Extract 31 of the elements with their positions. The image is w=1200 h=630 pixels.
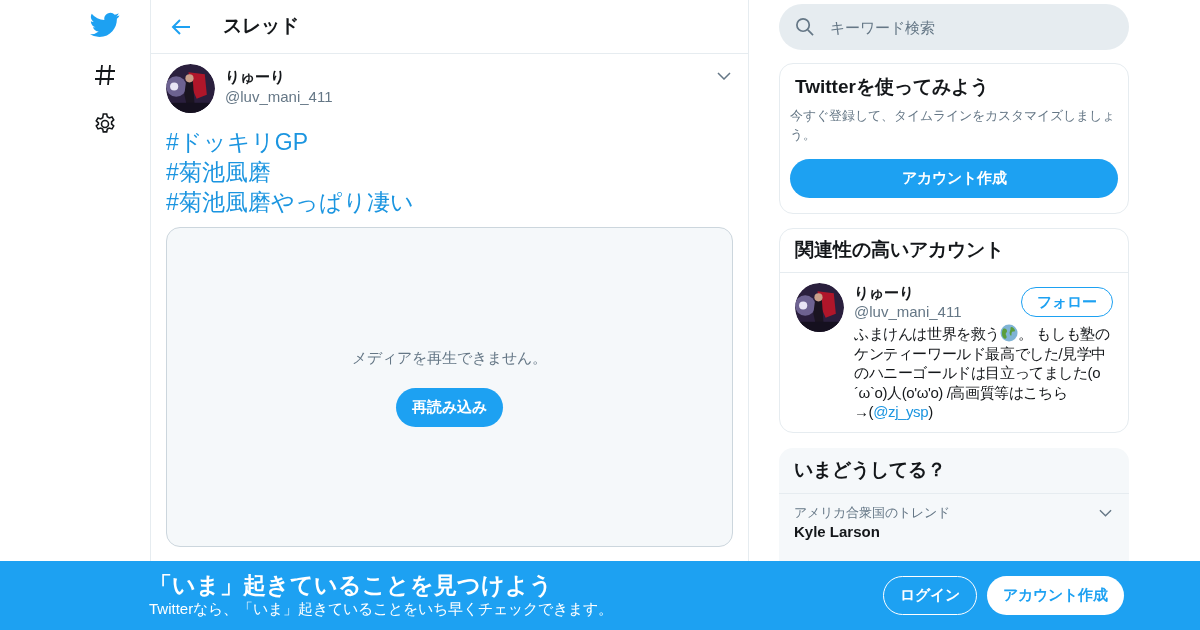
banner-subtitle: Twitterなら、「いま」起きていることをいち早くチェックできます。	[149, 599, 615, 619]
trend-name[interactable]: Kyle Larson	[794, 521, 950, 542]
card-title: 関連性の高いアカウント	[780, 229, 1128, 273]
banner-title: 「いま」起きていることを見つけよう	[149, 572, 554, 599]
hashtag-link[interactable]: #菊池風磨やっぱり凄い	[166, 187, 414, 217]
mention-link[interactable]: @zj_ysp	[873, 403, 929, 420]
author-name[interactable]: りゅーり	[225, 67, 707, 87]
account-bio: ふまけんは世界を救う 。 もしも塾のケンティーワールド最高でした/見学中のハニーゴールドは目立ってました(o´ω`o)人(o'ω'o) /高画質等はこちら→(@zj_ysp)	[854, 324, 1111, 422]
globe-icon	[1000, 324, 1018, 342]
author-handle[interactable]: @luv_mani_411	[225, 87, 707, 107]
hashtag-link[interactable]: #ドッキリGP	[166, 127, 309, 157]
account-name[interactable]: りゅーり	[854, 283, 962, 302]
back-arrow-icon[interactable]	[171, 17, 191, 36]
account-handle[interactable]: @luv_mani_411	[854, 302, 962, 322]
search-icon	[795, 17, 814, 36]
create-account-button[interactable]: アカウント作成	[987, 576, 1124, 615]
bird-logo-icon[interactable]	[90, 12, 120, 38]
settings-icon[interactable]	[93, 112, 117, 136]
chevron-down-icon[interactable]	[717, 72, 731, 80]
card-text: 今すぐ登録して、タイムラインをカスタマイズしましょう。	[790, 107, 1116, 144]
hashtag-icon[interactable]	[93, 63, 117, 87]
reload-button[interactable]: 再読み込み	[396, 387, 503, 427]
hashtag-link[interactable]: #菊池風磨	[166, 157, 271, 187]
search-field[interactable]: キーワード検索	[779, 4, 1129, 50]
create-account-button[interactable]: アカウント作成	[790, 159, 1118, 198]
chevron-down-icon[interactable]	[1099, 508, 1112, 517]
panel-title: いまどうしてる？	[779, 447, 1129, 494]
card-title: Twitterを使ってみよう	[794, 75, 990, 99]
media-error-text: メディアを再生できません。	[352, 348, 547, 369]
page-title: スレッド	[223, 14, 299, 39]
trend-context: アメリカ合衆国のトレンド	[794, 503, 950, 522]
